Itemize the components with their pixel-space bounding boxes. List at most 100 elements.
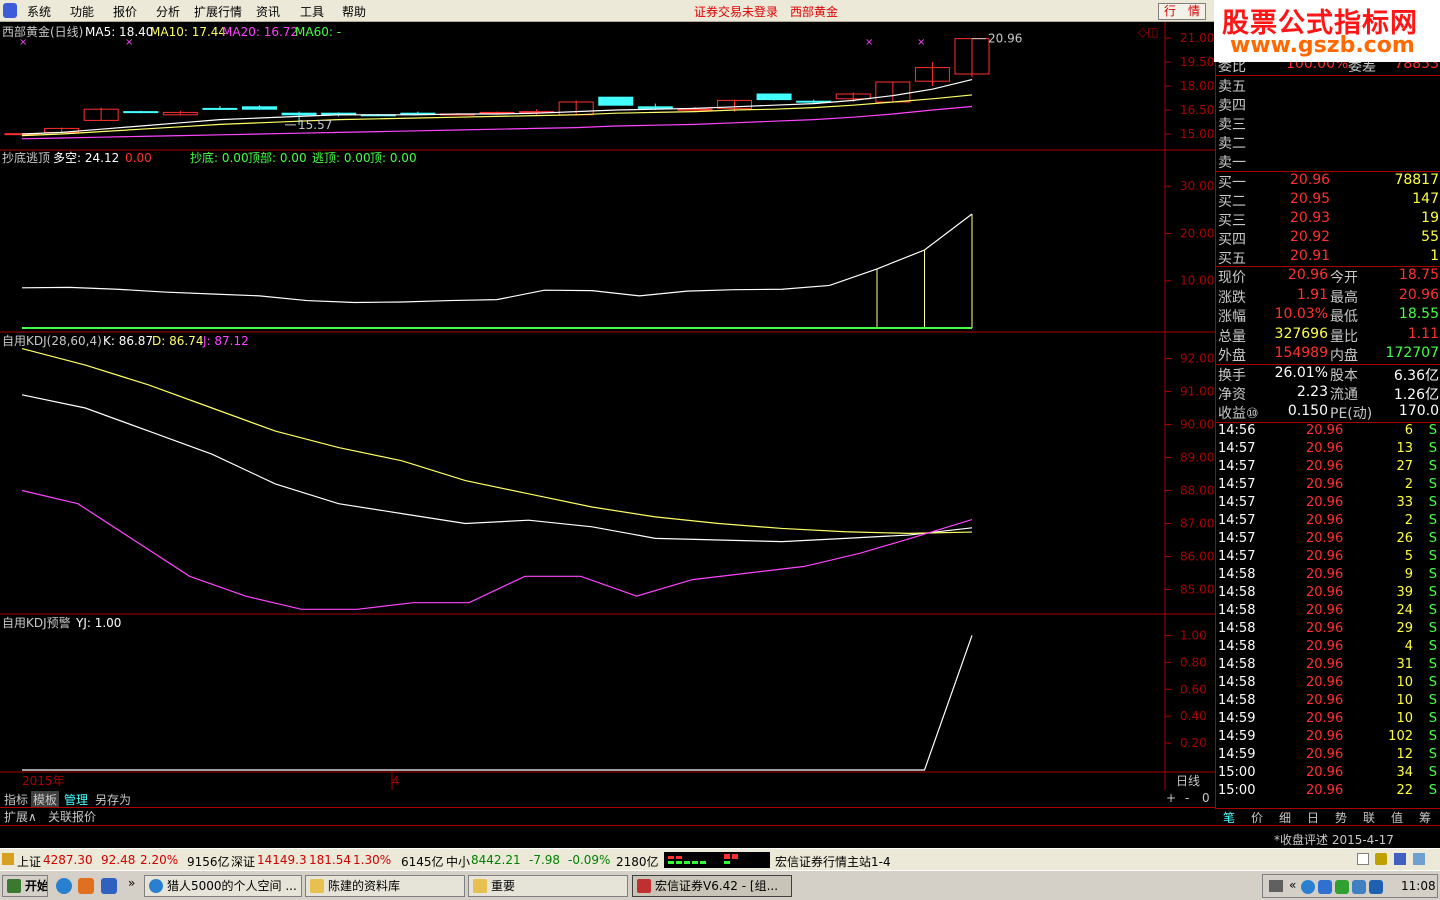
fund-value-2: 6.36亿: [1393, 368, 1439, 384]
taskbar-window-2[interactable]: 陈建的资料库: [305, 875, 465, 897]
tab-save-as[interactable]: 另存为: [93, 791, 133, 808]
fund-row: 净资 2.23 流通 1.26亿: [1216, 384, 1440, 403]
tray-icon-3[interactable]: [1335, 880, 1349, 894]
stat-label-1: 总量: [1218, 328, 1246, 345]
side-tab[interactable]: 细: [1279, 809, 1291, 826]
tool-icon[interactable]: [1394, 853, 1406, 865]
kdj-yj-label: YJ: 1.00: [75, 616, 121, 630]
kdj-k-label: K: 86.87: [103, 334, 153, 348]
taskbar-window-1[interactable]: 猎人5000的个人空间 ...: [144, 875, 302, 897]
tray-icon-2[interactable]: [1318, 880, 1332, 894]
tab-manage[interactable]: 管理: [62, 791, 90, 808]
buy-row[interactable]: 买一 20.96 78817: [1216, 172, 1440, 191]
taskbar-window-4[interactable]: 宏信证券V6.42 - [组...: [632, 875, 792, 897]
clock[interactable]: 11:08: [1401, 879, 1436, 893]
tick-volume: 13: [1396, 441, 1413, 456]
tick-time: 14:57: [1218, 495, 1256, 510]
tick-side: S: [1428, 513, 1437, 528]
tick-side: S: [1428, 531, 1437, 546]
quicklaunch-desktop-icon[interactable]: [101, 878, 117, 894]
taskbar-window-1-label: 猎人5000的个人空间 ...: [167, 879, 297, 893]
menu-item-analysis[interactable]: 分析: [156, 3, 180, 20]
chart-area[interactable]: 21.0019.5018.0016.5015.00× × × × 20.9615.57 …: [0, 22, 1215, 790]
quote-side-panel: 委比 100.00% 委差 78853 卖五 卖四 卖三 卖二 卖一 买一 20.96 78…: [1215, 22, 1440, 808]
menu-item-news[interactable]: 资讯: [256, 3, 280, 20]
buy-row[interactable]: 买三 20.93 19: [1216, 210, 1440, 229]
tray-icon-4[interactable]: [1352, 880, 1366, 894]
window-restore-icon[interactable]: [1357, 853, 1369, 865]
tick-side: S: [1428, 567, 1437, 582]
quote-button[interactable]: 行 情: [1158, 3, 1206, 20]
tick-volume: 33: [1396, 495, 1413, 510]
tray-expand-icon[interactable]: «: [1289, 878, 1296, 892]
start-button[interactable]: 开始: [2, 875, 48, 897]
status-note[interactable]: *收盘评述 2015-4-17: [1274, 831, 1394, 848]
menu-item-tools[interactable]: 工具: [300, 3, 324, 20]
side-tab[interactable]: 势: [1335, 809, 1347, 826]
buy-row[interactable]: 买四 20.92 55: [1216, 229, 1440, 248]
panel2-duokong: 多空: 24.12: [53, 151, 119, 165]
candle-body: [202, 107, 238, 110]
taskbar-window-3[interactable]: 重要: [468, 875, 628, 897]
menu-item-extended[interactable]: 扩展行情: [194, 3, 242, 20]
side-tab[interactable]: 笔: [1223, 809, 1235, 826]
side-tab[interactable]: 日: [1307, 809, 1319, 826]
tab-related-quote[interactable]: 关联报价: [46, 808, 98, 825]
side-tab[interactable]: 值: [1391, 809, 1403, 826]
sh-index-name[interactable]: 上证: [17, 853, 41, 870]
tab-indicator[interactable]: 指标: [2, 791, 30, 808]
menu-item-help[interactable]: 帮助: [342, 3, 366, 20]
zoom-reset-button[interactable]: 0: [1200, 791, 1212, 805]
tick-volume: 31: [1396, 657, 1413, 672]
buy-price: 20.93: [1290, 210, 1331, 226]
zoom-in-button[interactable]: +: [1164, 791, 1178, 805]
tick-side: S: [1428, 747, 1437, 762]
quicklaunch-ie-icon[interactable]: [56, 878, 72, 894]
zoom-out-button[interactable]: -: [1183, 791, 1191, 805]
tab-template[interactable]: 模板: [31, 791, 60, 808]
stat-value-1: 1.91: [1296, 286, 1328, 303]
chart-icon[interactable]: [1413, 853, 1425, 865]
tick-price: 20.96: [1306, 765, 1344, 780]
tick-side: S: [1428, 441, 1437, 456]
quicklaunch-more-icon[interactable]: »: [128, 876, 135, 890]
side-tab[interactable]: 筹: [1419, 809, 1431, 826]
panel-options-icon[interactable]: ◇◫: [1138, 25, 1159, 39]
sz-index-name[interactable]: 深证: [231, 853, 255, 870]
tab-extend[interactable]: 扩展∧: [2, 808, 39, 825]
side-tab[interactable]: 价: [1251, 809, 1263, 826]
keyboard-icon[interactable]: [1269, 880, 1283, 892]
login-status[interactable]: 证券交易未登录: [694, 3, 778, 20]
sell-row: 卖一: [1216, 152, 1440, 171]
high-price-label: 20.96: [988, 32, 1022, 46]
ma5-label: MA5: 18.40: [85, 25, 153, 39]
lock-icon[interactable]: [1375, 853, 1387, 865]
y-tick-label: 90.00: [1180, 418, 1214, 432]
tick-time: 14:58: [1218, 639, 1256, 654]
stat-row: 外盘 154989 内盘 172707: [1216, 345, 1440, 364]
period-label[interactable]: 日线: [1176, 774, 1200, 788]
panel2-value-red: 0.00: [125, 151, 152, 165]
stat-label-2: 今开: [1330, 270, 1358, 286]
y-tick-label: 21.00: [1180, 31, 1214, 45]
tick-volume: 12: [1396, 747, 1413, 762]
server-label[interactable]: 宏信证券行情主站1-4: [775, 853, 891, 870]
y-tick-label: 92.00: [1180, 352, 1214, 366]
shield-icon[interactable]: [1369, 880, 1383, 894]
sz-index-amount: 6145亿: [401, 855, 444, 869]
panel3-title: 自用KDJ(28,60,4): [2, 334, 102, 348]
zx-index-name[interactable]: 中小: [446, 853, 470, 870]
menu-item-quote[interactable]: 报价: [113, 3, 137, 20]
tick-row: 14:58 20.96 31 S: [1216, 657, 1440, 675]
side-tab[interactable]: 联: [1363, 809, 1375, 826]
tray-icon-1[interactable]: [1301, 880, 1315, 894]
menu-item-function[interactable]: 功能: [70, 3, 94, 20]
buy-volume: 147: [1412, 191, 1439, 207]
tick-price: 20.96: [1306, 693, 1344, 708]
buy-row[interactable]: 买五 20.91 1: [1216, 248, 1440, 267]
folder-icon: [310, 879, 324, 893]
menu-item-system[interactable]: 系统: [27, 3, 51, 20]
tick-side: S: [1428, 675, 1437, 690]
quicklaunch-app-icon[interactable]: [78, 878, 94, 894]
buy-row[interactable]: 买二 20.95 147: [1216, 191, 1440, 210]
